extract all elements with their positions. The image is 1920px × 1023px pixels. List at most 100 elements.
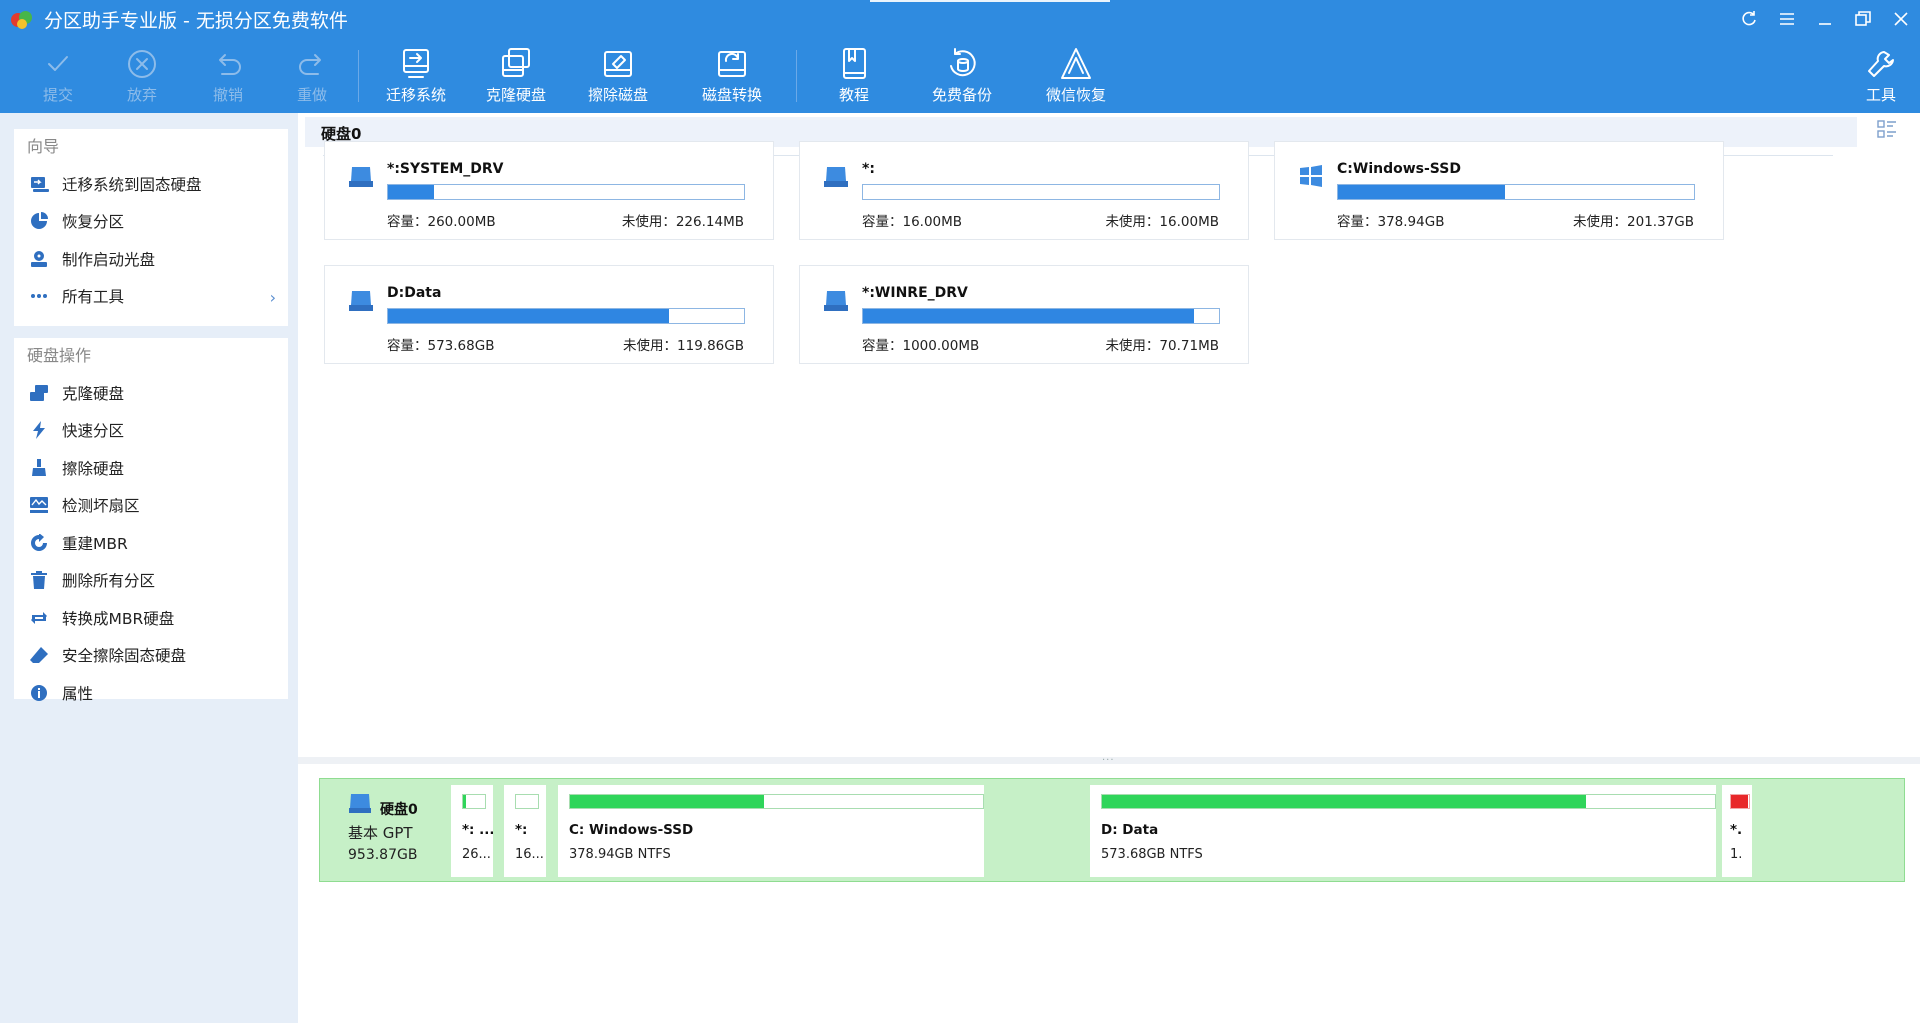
- disk-map-partition[interactable]: D: Data 573.68GB NTFS: [1090, 785, 1716, 877]
- minimize-icon[interactable]: [1806, 0, 1844, 38]
- sidebar-item-label: 快速分区: [62, 422, 125, 441]
- undo-button[interactable]: 撤销: [186, 46, 270, 110]
- tutorial-button[interactable]: 教程: [812, 46, 896, 110]
- wechat-recovery-icon: [1061, 48, 1091, 79]
- windows-icon: [1300, 165, 1322, 187]
- disk-map-partition[interactable]: *: ... 26...: [451, 785, 493, 877]
- partition-info: 16...: [515, 847, 544, 862]
- discard-button[interactable]: 放弃: [100, 46, 184, 110]
- disk-icon: [349, 794, 371, 813]
- partition-usage-fill: [1102, 795, 1587, 808]
- wipe-disk-button[interactable]: 擦除磁盘: [576, 46, 660, 110]
- partition-usage-fill: [463, 795, 466, 808]
- wizard-panel: 向导 迁移系统到固态硬盘 恢复分区 制作启动光盘 所有工具 ›: [14, 129, 288, 327]
- drive-icon: [349, 167, 373, 187]
- wechat-recovery-button[interactable]: 微信恢复: [1034, 46, 1118, 110]
- sidebar-item-all-tools[interactable]: 所有工具 ›: [14, 278, 288, 316]
- close-icon[interactable]: [1882, 0, 1920, 38]
- sidebar-item-delete-all[interactable]: 删除所有分区: [14, 562, 288, 600]
- partition-capacity: 容量：573.68GB: [387, 338, 495, 354]
- partition-capacity: 容量：16.00MB: [862, 214, 963, 230]
- partition-info: 26...: [462, 847, 491, 862]
- panel-splitter[interactable]: ···: [298, 756, 1920, 766]
- sidebar-item-wipe-disk[interactable]: 擦除硬盘: [14, 449, 288, 487]
- cancel-circle-icon: [128, 50, 156, 78]
- tools-button[interactable]: 工具: [1838, 46, 1920, 110]
- partition-name: *:SYSTEM_DRV: [387, 161, 504, 177]
- wizard-title: 向导: [27, 137, 60, 156]
- tutorial-label: 教程: [838, 86, 869, 104]
- view-toggle-icon[interactable]: [1876, 118, 1898, 140]
- disk-map-partition[interactable]: *. 1.: [1722, 785, 1752, 877]
- partition-info: 378.94GB NTFS: [569, 847, 671, 862]
- window-title: 分区助手专业版 - 无损分区免费软件: [44, 9, 348, 32]
- disk-convert-button[interactable]: 磁盘转换: [690, 46, 774, 110]
- toolbar-separator: [796, 50, 797, 102]
- partition-card[interactable]: *:WINRE_DRV 容量：1000.00MB 未使用：70.71MB: [799, 265, 1249, 364]
- sidebar-item-migrate-ssd[interactable]: 迁移系统到固态硬盘: [14, 165, 288, 203]
- partition-name: D:Data: [387, 285, 442, 301]
- sidebar-item-bootable-media[interactable]: 制作启动光盘: [14, 240, 288, 278]
- sidebar-item-properties[interactable]: 属性: [14, 674, 288, 712]
- sidebar-item-clone-disk[interactable]: 克隆硬盘: [14, 374, 288, 412]
- disk-map-size: 953.87GB: [348, 847, 418, 863]
- free-backup-button[interactable]: 免费备份: [920, 46, 1004, 110]
- sidebar-item-bad-sector[interactable]: 检测坏扇区: [14, 487, 288, 525]
- migrate-ssd-icon: [28, 174, 50, 194]
- usage-bar: [862, 184, 1220, 200]
- sidebar-item-label: 安全擦除固态硬盘: [62, 647, 187, 666]
- refresh-icon[interactable]: [1730, 0, 1768, 38]
- sidebar-item-secure-erase[interactable]: 安全擦除固态硬盘: [14, 637, 288, 675]
- partition-card[interactable]: *:SYSTEM_DRV 容量：260.00MB 未使用：226.14MB: [324, 141, 774, 240]
- partition-card[interactable]: *: 容量：16.00MB 未使用：16.00MB: [799, 141, 1249, 240]
- partition-label: *:: [515, 822, 528, 838]
- partition-usage-bar: [515, 794, 539, 809]
- commit-button[interactable]: 提交: [16, 46, 100, 110]
- disk-map-info[interactable]: 硬盘0 基本 GPT 953.87GB: [320, 779, 446, 881]
- partition-label: C: Windows-SSD: [569, 822, 694, 838]
- redo-button[interactable]: 重做: [270, 46, 354, 110]
- disk-ops-panel: 硬盘操作 克隆硬盘 快速分区 擦除硬盘 检测坏扇区 重建MBR 删除所有分区 转…: [14, 326, 288, 703]
- sidebar-item-label: 检测坏扇区: [62, 497, 140, 516]
- sidebar-item-quick-partition[interactable]: 快速分区: [14, 412, 288, 450]
- sidebar-item-label: 擦除硬盘: [62, 459, 125, 478]
- partition-free: 未使用：226.14MB: [621, 214, 744, 230]
- partition-capacity: 容量：1000.00MB: [862, 338, 980, 354]
- disk-map-name: 硬盘0: [380, 802, 418, 818]
- usage-bar: [862, 308, 1220, 324]
- clone-disk-button[interactable]: 克隆硬盘: [474, 46, 558, 110]
- sidebar-item-recover-partition[interactable]: 恢复分区: [14, 203, 288, 241]
- book-icon: [843, 48, 866, 79]
- partition-info: 1.: [1730, 847, 1743, 862]
- sidebar-item-label: 恢复分区: [62, 213, 125, 232]
- partition-capacity: 容量：260.00MB: [387, 214, 496, 230]
- info-icon: [28, 683, 50, 703]
- partition-capacity: 容量：378.94GB: [1337, 214, 1445, 230]
- usage-fill: [388, 309, 670, 323]
- main-area: 硬盘0 *:SYSTEM_DRV 容量：260.00MB 未使用：226.14MB *…: [298, 113, 1920, 1023]
- sidebar-item-label: 删除所有分区: [62, 572, 156, 591]
- usage-fill: [863, 309, 1195, 323]
- partition-usage-fill: [1731, 795, 1748, 808]
- sidebar-item-convert-mbr[interactable]: 转换成MBR硬盘: [14, 599, 288, 637]
- partition-card[interactable]: D:Data 容量：573.68GB 未使用：119.86GB: [324, 265, 774, 364]
- sidebar-item-label: 制作启动光盘: [62, 250, 156, 269]
- disk-map-partition[interactable]: C: Windows-SSD 378.94GB NTFS: [558, 785, 984, 877]
- title-accent-line: [870, 0, 1110, 2]
- menu-icon[interactable]: [1768, 0, 1806, 38]
- more-dots-icon: [28, 286, 50, 306]
- drive-icon: [824, 167, 848, 187]
- restore-icon[interactable]: [1844, 0, 1882, 38]
- migrate-os-icon: [403, 49, 429, 78]
- undo-label: 撤销: [212, 86, 243, 104]
- sidebar-item-rebuild-mbr[interactable]: 重建MBR: [14, 524, 288, 562]
- disk-map-partition[interactable]: *: 16...: [504, 785, 546, 877]
- drive-icon: [824, 291, 848, 311]
- partition-card[interactable]: C:Windows-SSD 容量：378.94GB 未使用：201.37GB: [1274, 141, 1724, 240]
- backup-icon: [950, 48, 976, 77]
- migrate-os-button[interactable]: 迁移系统: [374, 46, 458, 110]
- bootable-media-icon: [28, 249, 50, 269]
- chevron-right-icon: ›: [269, 287, 276, 307]
- disk-convert-icon: [718, 51, 746, 77]
- top-bar: 分区助手专业版 - 无损分区免费软件 提交 放弃 撤销 重做 迁移系统 克隆硬盘…: [0, 0, 1920, 113]
